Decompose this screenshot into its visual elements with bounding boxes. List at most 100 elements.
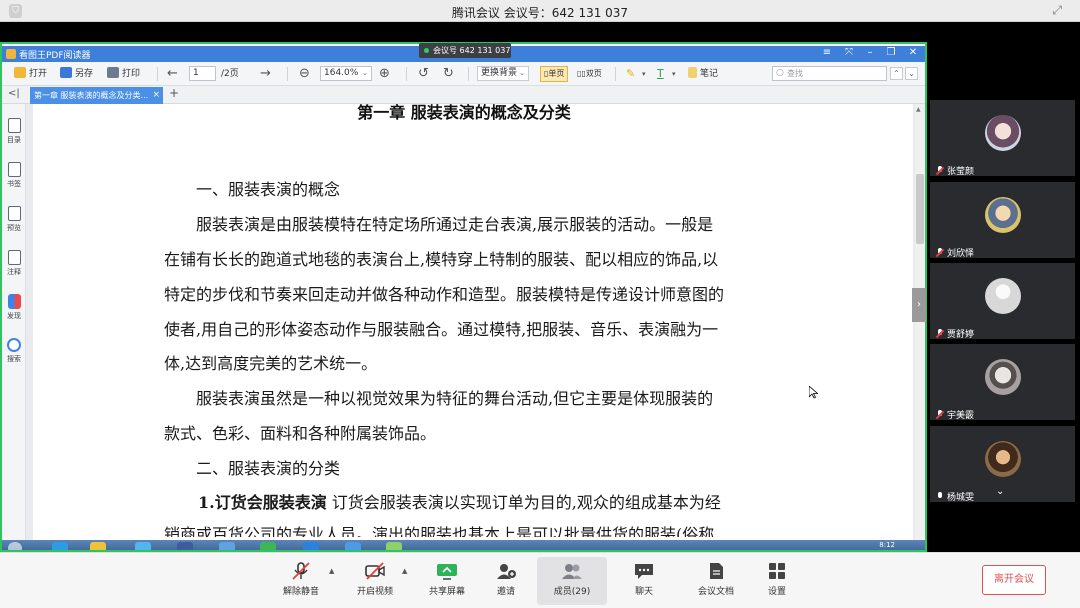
app-icon[interactable] [345,542,361,550]
single-page-toggle[interactable]: ▯单页 [540,66,569,82]
ie-icon[interactable] [135,542,151,550]
notes-label: 笔记 [700,69,719,79]
zoom-in-icon[interactable]: ⊕ [379,66,390,82]
doc-text-line: 二、服装表演的分类 [164,459,341,478]
chevron-down-icon[interactable]: ⌄ [996,486,1004,497]
expand-panel-icon[interactable]: › [912,288,926,322]
meeting-titlebar: ⛉ 腾讯会议 会议号：642 131 037 ⤢ [0,0,1080,22]
minimize-icon[interactable]: – [863,47,877,58]
background-select[interactable]: 更换背景 ⌄ [477,66,529,81]
page-number-input[interactable]: 1 [189,66,216,81]
toolbar-divider [468,67,469,81]
sidebar-item-preview[interactable]: 预览 [2,206,26,233]
toolbar-divider [157,67,158,81]
avatar [985,115,1021,151]
meeting-docs-button[interactable]: 会议文档 [681,557,751,605]
page-total: /2页 [221,69,239,79]
search-next-icon[interactable]: ⌄ [905,67,918,80]
player-icon[interactable] [219,542,235,550]
mail-icon[interactable] [177,542,193,550]
restore-icon[interactable]: ❐ [884,47,898,58]
video-options-icon[interactable]: ▲ [402,567,407,575]
chat-button[interactable]: 聊天 [609,557,679,605]
start-video-button[interactable]: 开启视频 [340,557,410,605]
unmute-button[interactable]: 解除静音 [266,557,336,605]
app-icon[interactable] [303,542,319,550]
folder-app-icon[interactable] [90,542,106,550]
participant-name: 刘欣怿 [947,249,975,259]
meeting-toolbar: 解除静音 ▲ 开启视频 ▲ 共享屏幕 邀请 成员(29) 聊天 会议文档 设置 … [0,552,1080,608]
next-page-icon[interactable]: → [260,66,271,82]
expand-icon[interactable]: ⤧ [842,47,856,58]
preview-icon [7,206,21,221]
chapter-title: 第一章 服装表演的概念及分类 [357,103,571,122]
annotation-icon [7,250,21,265]
sidebar-label: 预览 [7,224,21,232]
members-button[interactable]: 成员(29) [537,557,607,605]
previous-page-icon[interactable]: ← [167,66,178,82]
collapse-sidebar-icon[interactable]: <| [8,88,20,99]
audio-options-icon[interactable]: ▲ [329,567,334,575]
chevron-down-icon[interactable]: ▾ [672,66,676,82]
sidebar-item-annotations[interactable]: 注释 [2,250,26,277]
chevron-down-icon: ⌄ [362,69,368,77]
double-page-label: 双页 [585,69,602,78]
print-button[interactable]: 打印 [107,66,140,82]
avatar [985,359,1021,395]
sidebar-item-bookmarks[interactable]: 书签 [2,162,26,189]
sidebar-item-search[interactable]: 搜索 [2,338,26,364]
members-label: 成员(29) [553,587,591,597]
pdf-app-icon[interactable] [386,542,402,550]
settings-button[interactable]: 设置 [742,557,812,605]
search-input[interactable]: ○ 查找 [772,66,887,81]
search-prev-icon[interactable]: ⌃ [890,67,903,80]
participant-tile[interactable]: 张莹颜 [930,100,1075,177]
meeting-docs-label: 会议文档 [697,587,734,597]
add-tab-icon[interactable]: + [169,86,179,100]
participant-tile[interactable]: 宇美霰 [930,344,1075,421]
invite-button[interactable]: 邀请 [471,557,541,605]
open-button[interactable]: 打开 [14,66,47,82]
participant-tile[interactable]: 贾舒婷 [930,263,1075,340]
folder-icon [14,67,26,78]
sidebar-item-discover[interactable]: 发现 [2,294,26,321]
text-color-icon[interactable]: T [657,66,664,82]
rotate-right-icon[interactable]: ↻ [443,66,454,82]
mic-muted-icon [292,562,310,580]
meeting-id-label: 会议号 642 131 037 [433,46,511,55]
avatar [985,441,1021,477]
notes-button[interactable]: 笔记 [688,66,718,82]
doc-text-line: 体,达到高度完美的艺术统一。 [164,354,378,373]
scrollbar-thumb[interactable] [916,174,924,244]
save-as-label: 另存 [75,69,94,79]
start-icon[interactable] [8,542,22,550]
zoom-select[interactable]: 164.0% ⌄ [320,66,372,81]
browser-icon[interactable] [52,542,68,550]
highlighter-icon[interactable]: ✎ [626,66,635,82]
settings-label: 设置 [767,587,786,597]
menu-icon[interactable]: ≡ [820,47,834,58]
search-placeholder: 查找 [787,69,803,78]
participant-tile[interactable]: 杨城雯 ⌄ [930,426,1075,503]
rotate-left-icon[interactable]: ↺ [418,66,429,82]
save-as-button[interactable]: 另存 [60,66,93,82]
leave-meeting-button[interactable]: 离开会议 [982,565,1046,595]
add-user-icon [497,564,516,579]
double-page-toggle[interactable]: ▯▯双页 [573,66,606,82]
zoom-out-icon[interactable]: ⊖ [299,66,310,82]
mic-icon [936,492,944,501]
members-icon [562,564,582,579]
participant-name: 宇美霰 [947,411,975,421]
participant-tile[interactable]: 刘欣怿 [930,182,1075,259]
doc-text-line: 一、服装表演的概念 [164,180,341,199]
share-screen-icon [437,564,457,580]
fullscreen-icon[interactable]: ⤢ [1052,3,1062,18]
single-page-label: 单页 [548,69,565,78]
close-icon[interactable]: ✕ [906,47,920,58]
reader-app-name: 看图王PDF阅读器 [19,51,91,61]
spreadsheet-icon[interactable] [260,542,276,550]
double-page-icon: ▯▯ [577,69,586,78]
chevron-down-icon[interactable]: ▾ [642,66,646,82]
vertical-scrollbar[interactable]: ▲ ▼ [915,104,925,550]
doc-text-line: 服装表演虽然是一种以视觉效果为特征的舞台活动,但它主要是体现服装的 [164,389,714,408]
